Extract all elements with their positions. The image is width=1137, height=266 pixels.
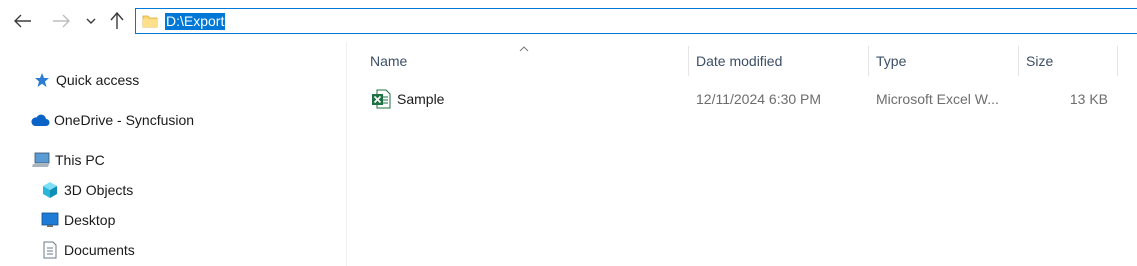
desktop-icon bbox=[40, 210, 60, 230]
file-name: Sample bbox=[397, 91, 445, 107]
recent-locations-button[interactable] bbox=[82, 8, 100, 34]
sidebar-item-quick-access[interactable]: Quick access bbox=[32, 68, 139, 92]
pane-divider[interactable] bbox=[346, 42, 347, 266]
column-separator[interactable] bbox=[1018, 46, 1019, 76]
column-separator[interactable] bbox=[688, 46, 689, 76]
address-bar[interactable]: D:\Export bbox=[135, 8, 1137, 34]
chevron-down-icon bbox=[86, 18, 96, 24]
sidebar-item-label: Quick access bbox=[56, 72, 140, 88]
arrow-left-icon bbox=[14, 14, 31, 28]
sidebar-item-this-pc[interactable]: This PC bbox=[31, 148, 105, 172]
file-date-modified: 12/11/2024 6:30 PM bbox=[696, 91, 822, 107]
computer-icon bbox=[31, 150, 51, 170]
forward-button[interactable] bbox=[50, 8, 72, 34]
column-header-name[interactable]: Name bbox=[370, 46, 407, 76]
sidebar-item-onedrive[interactable]: OneDrive - Syncfusion bbox=[30, 108, 194, 132]
address-path-selected[interactable]: D:\Export bbox=[165, 13, 226, 30]
cloud-icon bbox=[30, 110, 50, 130]
file-name-cell[interactable]: Sample bbox=[371, 89, 444, 109]
arrow-right-icon bbox=[53, 14, 70, 28]
sidebar-item-label: This PC bbox=[55, 152, 105, 168]
excel-file-icon bbox=[371, 89, 391, 109]
sidebar-item-3d-objects[interactable]: 3D Objects bbox=[40, 178, 133, 202]
sidebar-item-label: 3D Objects bbox=[64, 182, 134, 198]
navigation-toolbar: D:\Export bbox=[0, 0, 1137, 42]
chevron-up-icon bbox=[518, 40, 530, 56]
folder-icon bbox=[142, 13, 158, 32]
column-header-size[interactable]: Size bbox=[1026, 46, 1053, 76]
star-icon bbox=[32, 70, 52, 90]
navigation-pane: Quick access OneDrive - Syncfusion This … bbox=[0, 42, 346, 266]
file-type: Microsoft Excel W... bbox=[876, 91, 999, 107]
sidebar-item-desktop[interactable]: Desktop bbox=[40, 208, 115, 232]
address-path: D:\Export bbox=[166, 13, 225, 29]
up-button[interactable] bbox=[106, 8, 128, 34]
column-header-date-modified[interactable]: Date modified bbox=[696, 46, 782, 76]
sidebar-item-label: Desktop bbox=[64, 212, 116, 228]
column-separator[interactable] bbox=[868, 46, 869, 76]
sidebar-item-label: OneDrive - Syncfusion bbox=[54, 112, 195, 128]
sidebar-item-documents[interactable]: Documents bbox=[40, 238, 135, 262]
cube-icon bbox=[40, 180, 60, 200]
column-header-type[interactable]: Type bbox=[876, 46, 906, 76]
column-separator[interactable] bbox=[1117, 46, 1118, 76]
file-size: 13 KB bbox=[1069, 91, 1108, 107]
sidebar-item-label: Documents bbox=[64, 242, 135, 258]
arrow-up-icon bbox=[110, 12, 124, 29]
document-icon bbox=[40, 240, 60, 260]
back-button[interactable] bbox=[12, 8, 34, 34]
